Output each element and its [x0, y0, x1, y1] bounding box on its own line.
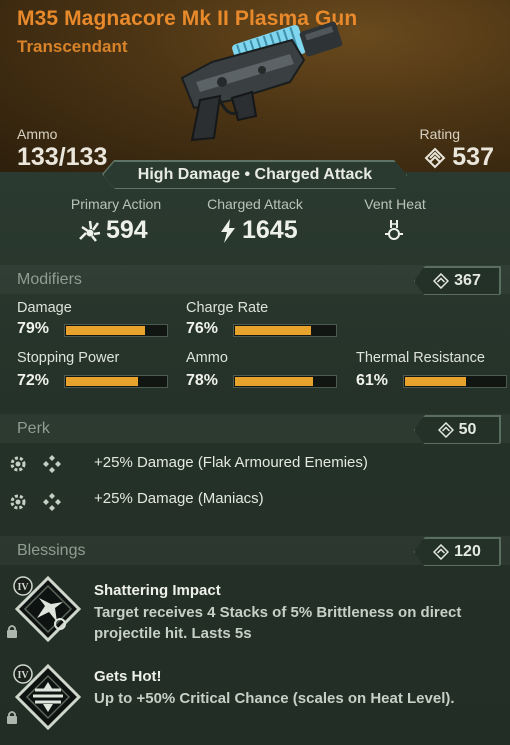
perk-2-icons	[8, 492, 62, 512]
blessings-score-badge: 120	[414, 538, 500, 566]
burst-icon	[79, 220, 101, 242]
blessing-1-tier: IV	[17, 582, 29, 593]
modifier-charge-rate-percent: 76%	[186, 320, 219, 337]
lock-icon	[7, 711, 17, 724]
modifier-stopping-power-bar	[64, 375, 168, 388]
modifier-thermal-resistance-label: Thermal Resistance	[356, 350, 485, 366]
modifier-thermal-resistance-bar	[403, 375, 507, 388]
modifier-stopping-power-label: Stopping Power	[17, 350, 120, 366]
perk-score: 50	[458, 421, 477, 438]
primary-action-stat: 594	[76, 216, 148, 245]
modifier-damage-percent: 79%	[17, 320, 50, 337]
blessings-score: 120	[454, 543, 481, 560]
modifier-charge-rate-bar	[233, 324, 337, 337]
modifier-ammo-percent: 78%	[186, 372, 219, 389]
weapon-header: M35 Magnacore Mk II Plasma Gun Transcend…	[0, 0, 510, 172]
rating-value: 537	[452, 143, 494, 171]
charged-attack-value: 1645	[242, 216, 298, 244]
modifier-stopping-power-percent: 72%	[17, 372, 50, 389]
charged-attack-stat: 1645	[216, 216, 298, 245]
modifier-ammo-label: Ammo	[186, 350, 228, 366]
modifier-stopping-power-fill	[66, 377, 138, 386]
diamond-cluster-icon	[43, 455, 61, 473]
perk-1-icons	[8, 454, 62, 474]
lightning-icon	[221, 218, 235, 243]
gear-icon	[10, 456, 26, 472]
diamond-cluster-icon	[43, 493, 61, 511]
chevron-up-icon	[433, 544, 450, 560]
modifier-charge-rate-fill	[235, 326, 311, 335]
modifiers-label: Modifiers	[17, 271, 82, 288]
ammo-label: Ammo	[17, 126, 58, 142]
rating-label: Rating	[419, 126, 460, 142]
modifiers-score-badge: 367	[414, 267, 500, 295]
ammo-value: 133/133	[17, 143, 108, 171]
gear-icon	[10, 494, 26, 510]
chevron-up-icon	[433, 273, 450, 289]
modifier-damage-label: Damage	[17, 300, 72, 316]
gets-hot-icon[interactable]: IV	[13, 662, 83, 732]
primary-action-value: 594	[106, 216, 148, 244]
modifier-thermal-resistance-percent: 61%	[356, 372, 389, 389]
shattering-impact-icon[interactable]: IV	[13, 574, 83, 644]
lock-icon	[7, 625, 17, 638]
weapon-tags: High Damage • Charged Attack	[103, 161, 407, 189]
modifier-ammo-fill	[235, 377, 313, 386]
blessing-2-tier: IV	[17, 670, 29, 681]
perk-2-text: +25% Damage (Maniacs)	[94, 490, 264, 507]
blessing-2-desc: Up to +50% Critical Chance (scales on He…	[94, 690, 455, 707]
rating-value-group: 537	[424, 143, 494, 172]
rating-chevron-icon	[424, 147, 446, 168]
perk-label: Perk	[17, 420, 50, 437]
weapon-rarity: Transcendant	[17, 37, 128, 56]
perk-score-badge: 50	[414, 416, 500, 444]
chevron-up-icon	[437, 422, 454, 438]
primary-action-label: Primary Action	[70, 196, 162, 212]
blessing-1-title: Shattering Impact	[94, 582, 221, 599]
perk-1-text: +25% Damage (Flak Armoured Enemies)	[94, 454, 368, 471]
modifier-thermal-resistance-fill	[405, 377, 466, 386]
blessing-2-title: Gets Hot!	[94, 668, 162, 685]
vent-heat-label: Vent Heat	[364, 196, 426, 212]
blessings-label: Blessings	[17, 542, 86, 559]
modifier-damage-bar	[64, 324, 168, 337]
modifiers-score: 367	[454, 272, 481, 289]
modifier-damage-fill	[66, 326, 145, 335]
blessing-1-desc: Target receives 4 Stacks of 5% Brittlene…	[94, 604, 462, 642]
weapon-inspect-panel: M35 Magnacore Mk II Plasma Gun Transcend…	[0, 0, 510, 745]
modifier-charge-rate-label: Charge Rate	[186, 300, 269, 316]
plasma-gun-image	[180, 21, 343, 142]
modifier-ammo-bar	[233, 375, 337, 388]
charged-attack-label: Charged Attack	[207, 196, 303, 212]
vent-heat-icon[interactable]	[382, 218, 406, 244]
